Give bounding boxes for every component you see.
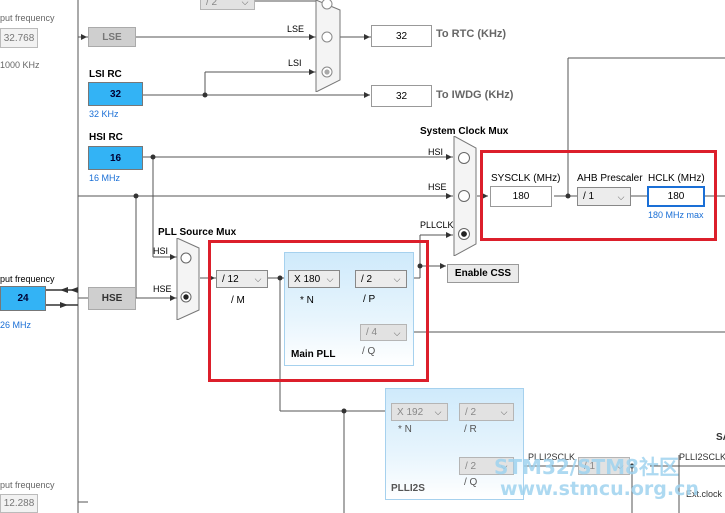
hse-input-label: put frequency	[0, 274, 55, 284]
plli2s-title: PLLI2S	[391, 483, 425, 494]
chevron-down-icon: ⌵	[434, 407, 442, 417]
plli2s-r-value: / 2	[465, 406, 477, 418]
hsi-rc-title: HSI RC	[89, 132, 123, 143]
rtc-output-label: To RTC (KHz)	[436, 28, 507, 40]
i2s-input-label: put frequency	[0, 480, 55, 490]
iwdg-output-label: To IWDG (KHz)	[436, 89, 514, 101]
iwdg-output-value: 32	[371, 85, 432, 107]
hsi-rc-value[interactable]: 16	[88, 146, 143, 170]
lsi-rc-title: LSI RC	[89, 69, 122, 80]
sysmux-hsi-label: HSI	[428, 147, 444, 157]
pll-source-hse-label: HSE	[153, 284, 172, 294]
lsi-rc-note: 32 KHz	[89, 109, 119, 119]
sysmux-pllclk-label: PLLCLK	[420, 220, 454, 230]
chevron-down-icon: ⌵	[500, 407, 508, 417]
hse-range-text: 26 MHz	[0, 320, 32, 330]
lsi-rc-value[interactable]: 32	[88, 82, 143, 106]
pll-source-mux-title: PLL Source Mux	[158, 227, 237, 238]
plli2s-q-label: / Q	[464, 477, 478, 488]
pll-source-hsi-label: HSI	[153, 246, 169, 256]
lse-source[interactable]: LSE	[88, 27, 136, 47]
rtc-mux-lse-label: LSE	[287, 24, 305, 34]
sysclk-highlight	[480, 150, 717, 241]
watermark-line2: www.stmcu.org.cn	[500, 478, 699, 500]
main-pll-highlight	[208, 240, 429, 382]
sysmux-hse-label: HSE	[428, 182, 447, 192]
chevron-down-icon: ⌵	[241, 0, 249, 7]
watermark-line1: STM32/STM8社区	[494, 455, 679, 479]
rtc-mux-lsi-label: LSI	[288, 58, 302, 68]
plli2s-r-divider[interactable]: / 2 ⌵	[459, 403, 514, 421]
plli2sclk-right-label: PLLI2SCLK	[679, 452, 725, 462]
plli2s-n-label: * N	[398, 424, 412, 435]
rtc-mux[interactable]	[314, 0, 344, 92]
hse-input-value[interactable]: 24	[0, 286, 46, 311]
hsi-rc-note: 16 MHz	[89, 173, 121, 183]
sai-label: SA	[716, 432, 725, 443]
rtc-hse-prescaler[interactable]: / 2 ⌵	[200, 0, 255, 10]
rtc-output-value: 32	[371, 25, 432, 47]
lse-input-value[interactable]: 32.768	[0, 28, 38, 48]
plli2s-n-multiplier[interactable]: X 192 ⌵	[391, 403, 448, 421]
pll-source-mux[interactable]	[175, 238, 201, 320]
system-clock-mux[interactable]	[452, 136, 478, 256]
lse-input-label: put frequency	[0, 13, 55, 23]
plli2s-r-label: / R	[464, 424, 477, 435]
enable-css-button[interactable]: Enable CSS	[447, 264, 519, 283]
plli2s-q-value: / 2	[465, 460, 477, 472]
rtc-hse-prescaler-value: / 2	[206, 0, 218, 8]
hse-source[interactable]: HSE	[88, 287, 136, 310]
lse-range-text: 1000 KHz	[0, 60, 40, 70]
plli2s-n-value: X 192	[397, 406, 424, 418]
i2s-input-value[interactable]: 12.288	[0, 494, 38, 513]
